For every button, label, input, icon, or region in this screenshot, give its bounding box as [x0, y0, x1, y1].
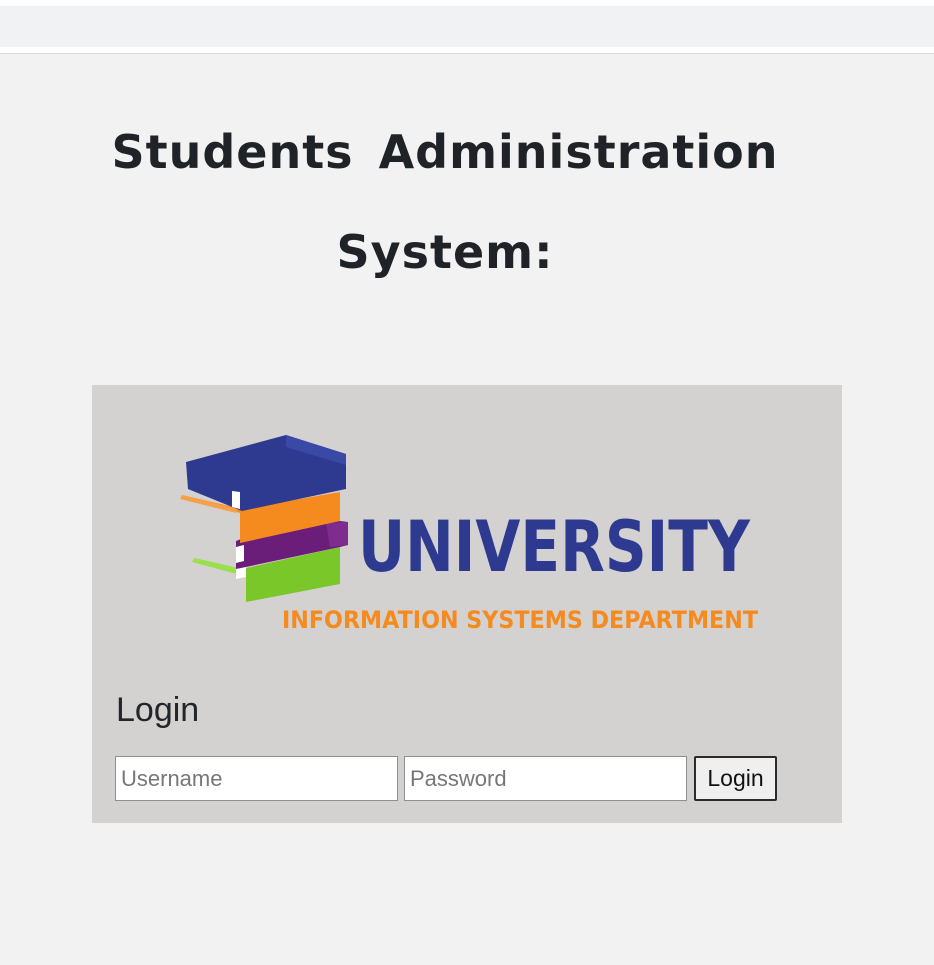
password-input[interactable] [404, 756, 687, 801]
page-title: Students Administration System: [111, 125, 779, 279]
page: Students Administration System: UNIVERSI… [0, 0, 934, 965]
logo-word: UNIVERSITY [358, 506, 751, 588]
top-bar [0, 6, 934, 47]
login-card: UNIVERSITY INFORMATION SYSTEMS DEPARTMEN… [92, 385, 842, 823]
username-input[interactable] [115, 756, 398, 801]
logo-subtitle: INFORMATION SYSTEMS DEPARTMENT [282, 606, 759, 634]
university-logo: UNIVERSITY INFORMATION SYSTEMS DEPARTMEN… [180, 435, 759, 634]
login-button[interactable]: Login [694, 756, 777, 801]
main-content: Students Administration System: UNIVERSI… [0, 54, 934, 965]
login-heading: Login [116, 691, 200, 729]
